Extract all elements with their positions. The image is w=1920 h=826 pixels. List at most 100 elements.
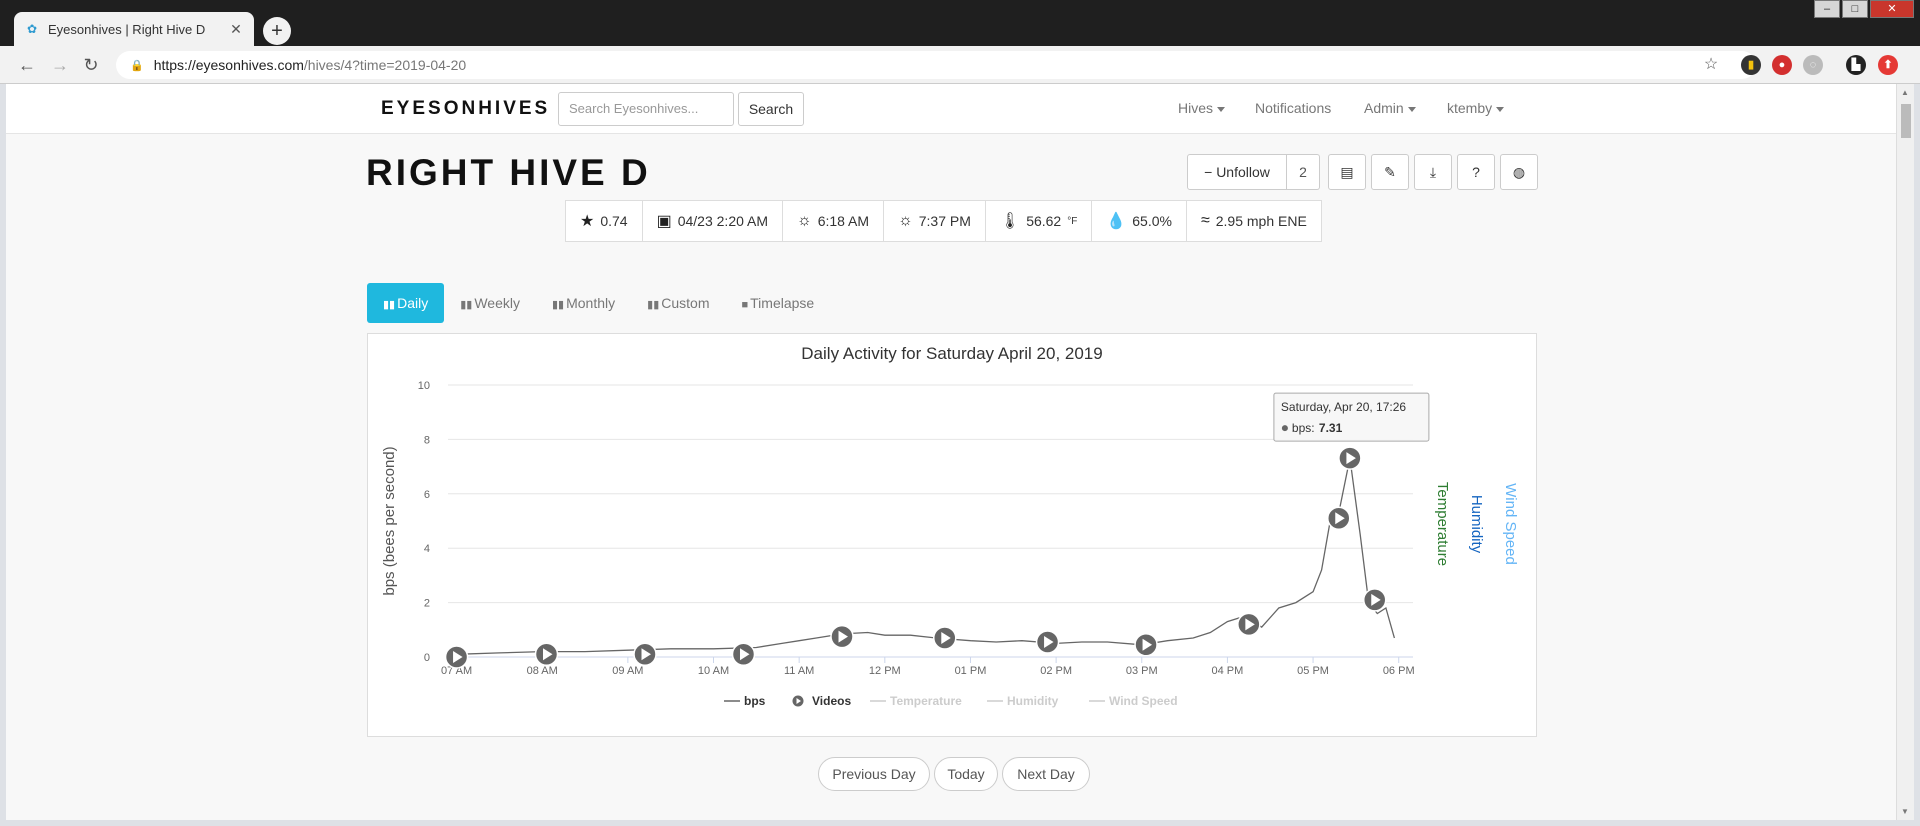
tooltip-series-name: bps: [1292,421,1315,435]
legend-item: Temperature [890,694,962,708]
extension-icon[interactable]: ◌ [1803,55,1823,75]
y-tick-label: 8 [424,434,430,446]
minus-icon: − [1204,164,1213,180]
tooltip-value: 7.31 [1319,421,1343,435]
scrollbar-thumb[interactable] [1901,104,1911,138]
x-tick-label: 11 AM [784,665,814,677]
forward-icon[interactable]: → [49,54,71,76]
legend-item: Humidity [1007,694,1059,708]
help-icon[interactable]: ? [1457,154,1495,190]
unfollow-button[interactable]: − Unfollow [1187,154,1287,190]
today-button[interactable]: Today [934,757,998,791]
tab-monthly-label: Monthly [566,295,616,311]
address-bar[interactable]: 🔒 https://eyesonhives.com/hives/4?time=2… [116,51,1756,79]
stat-humidity: 💧 65.0% [1092,201,1187,241]
y-tick-label: 4 [424,543,430,555]
x-tick-label: 06 PM [1383,665,1415,677]
thermometer-icon: 🌡 [999,213,1021,230]
tab-strip: ✿ Eyesonhives | Right Hive D ✕ + – □ ✕ [0,0,1920,46]
y-tick-label: 6 [424,489,430,501]
y-axis-title: bps (bees per second) [381,446,398,595]
x-tick-label: 12 PM [869,665,901,677]
site-navbar: EYESONHIVES Search Eyesonhives... Search… [6,84,1896,134]
edit-icon[interactable]: ✎ [1371,154,1409,190]
site-favicon-icon: ✿ [26,22,38,36]
new-tab-button[interactable]: + [263,17,291,45]
scroll-up-icon[interactable]: ▲ [1901,88,1909,97]
search-input[interactable]: Search Eyesonhives... [558,92,734,126]
x-tick-label: 08 AM [527,665,558,677]
bookmark-star-icon[interactable]: ☆ [1700,54,1722,76]
temperature-value: 56.62 [1026,213,1062,229]
stat-last-update: ▣ 04/23 2:20 AM [643,201,784,241]
right-axis-title: Temperature [1434,482,1451,566]
nav-hives-label: Hives [1178,100,1214,116]
url-path: /hives/4?time=2019-04-20 [303,57,467,73]
wind-icon: ≈ [1200,212,1210,229]
nav-hives[interactable]: Hives [1178,100,1226,116]
bee-icon[interactable]: ◍ [1500,154,1538,190]
humidity-value: 65.0% [1132,213,1172,229]
scroll-down-icon[interactable]: ▼ [1901,807,1909,816]
close-window-icon[interactable]: ✕ [1870,0,1914,18]
close-tab-icon[interactable]: ✕ [228,21,244,38]
caret-down-icon [1217,106,1226,112]
window-controls: – □ ✕ [1814,0,1914,18]
minimize-icon[interactable]: – [1814,0,1840,18]
download-icon[interactable]: ⤓ [1414,154,1452,190]
back-icon[interactable]: ← [16,54,38,76]
bar-chart-icon: ▮▮ [383,299,396,311]
extension-icon[interactable]: ⬆ [1878,55,1898,75]
last-update-value: 04/23 2:20 AM [677,213,769,229]
tooltip-title: Saturday, Apr 20, 17:26 [1281,400,1407,414]
bar-chart-icon: ▮▮ [460,299,473,311]
site-brand[interactable]: EYESONHIVES [381,98,550,120]
browser-tab[interactable]: ✿ Eyesonhives | Right Hive D ✕ [14,12,254,46]
tab-timelapse-label: Timelapse [750,295,815,311]
right-axis-title: Humidity [1468,495,1485,554]
adblock-icon[interactable]: ● [1772,55,1792,75]
calendar-icon: ▣ [656,213,672,230]
rating-value: 0.74 [600,213,628,229]
temperature-unit: °F [1067,215,1078,227]
tab-daily-label: Daily [397,295,429,311]
report-icon[interactable]: ▤ [1328,154,1366,190]
nav-user[interactable]: ktemby [1447,100,1505,116]
tooltip-series-dot [1281,425,1288,432]
hive-stats-bar: ★ 0.74 ▣ 04/23 2:20 AM ☼ 6:18 AM ☼ 7:37 PM 🌡… [565,200,1322,242]
stat-temperature: 🌡 56.62 °F [986,201,1093,241]
tab-timelapse[interactable]: ■ Timelapse [725,283,830,323]
tab-custom[interactable]: ▮▮ Custom [631,283,725,323]
x-tick-label: 04 PM [1212,665,1244,677]
extension-icon[interactable]: ▮ [1741,55,1761,75]
extension-icon[interactable]: ▙ [1846,55,1866,75]
tab-monthly[interactable]: ▮▮ Monthly [536,283,631,323]
tab-daily[interactable]: ▮▮ Daily [367,283,445,323]
nav-user-label: ktemby [1447,100,1493,116]
bar-chart-icon: ▮▮ [552,299,565,311]
stat-sunrise: ☼ 6:18 AM [783,201,885,241]
tab-weekly[interactable]: ▮▮ Weekly [444,283,536,323]
url-host: https://eyesonhives.com [153,57,304,73]
nav-admin[interactable]: Admin [1364,100,1416,116]
nav-notifications[interactable]: Notifications [1255,100,1331,116]
maximize-icon[interactable]: □ [1842,0,1868,18]
follower-count: 2 [1287,154,1320,190]
next-day-button[interactable]: Next Day [1002,757,1090,791]
wind-value: 2.95 mph ENE [1215,213,1307,229]
x-tick-label: 09 AM [612,665,643,677]
browser-window: ✿ Eyesonhives | Right Hive D ✕ + – □ ✕ ←… [0,0,1920,826]
video-camera-icon: ■ [741,299,749,311]
previous-day-button[interactable]: Previous Day [818,757,930,791]
stat-rating: ★ 0.74 [566,201,643,241]
humidity-icon: 💧 [1106,213,1127,230]
activity-chart[interactable]: 024681007 AM 08 AM 09 AM 10 AM 11 AM 12 PM 01 … [368,334,1536,736]
page-scrollbar[interactable]: ▲ ▼ [1896,84,1914,820]
sunrise-icon: ☼ [797,212,812,229]
lock-icon: 🔒 [130,59,144,72]
reload-icon[interactable]: ↻ [80,54,102,76]
y-tick-label: 10 [418,380,430,392]
tab-custom-label: Custom [661,295,710,311]
search-button[interactable]: Search [738,92,804,126]
right-axis-title: Wind Speed [1502,483,1519,565]
